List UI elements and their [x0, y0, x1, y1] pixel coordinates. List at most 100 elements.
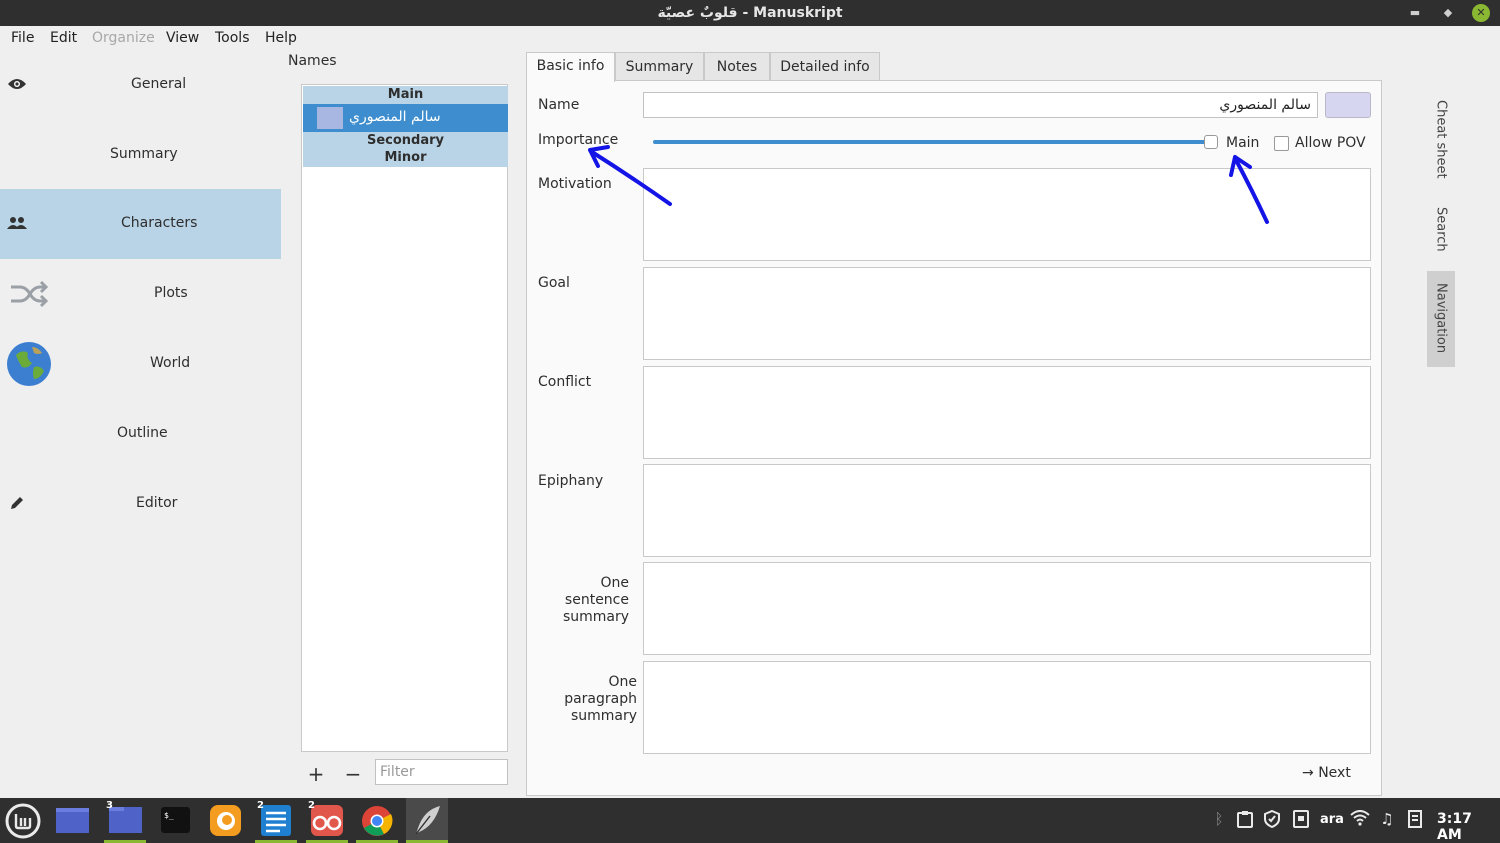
conflict-textarea[interactable]	[643, 366, 1371, 459]
one-sentence-summary-label: One sentence summary	[538, 575, 629, 626]
character-row-selected[interactable]: سالم المنصوري	[303, 104, 508, 132]
bluetooth-icon[interactable]: ᛒ	[1211, 810, 1227, 828]
mint-logo-icon	[5, 803, 41, 839]
clipboard-icon[interactable]	[1236, 810, 1254, 832]
dock-label-cheat-sheet: Cheat sheet	[1433, 100, 1449, 179]
taskbar-show-desktop[interactable]	[51, 798, 93, 843]
one-paragraph-label-line2: summary	[570, 708, 637, 724]
next-button[interactable]: → Next	[1302, 765, 1351, 781]
filter-input[interactable]	[375, 759, 508, 785]
group-secondary[interactable]: Secondary	[303, 132, 508, 149]
nav-label-characters: Characters	[121, 215, 198, 231]
allow-pov-checkbox[interactable]	[1274, 136, 1289, 151]
nav-item-outline[interactable]: Outline	[0, 399, 281, 469]
pencil-icon	[6, 492, 28, 514]
text-editor-badge: 2	[257, 800, 264, 811]
nav-label-general: General	[131, 76, 187, 92]
eye-icon	[6, 73, 28, 95]
shield-icon[interactable]	[1263, 809, 1281, 832]
names-title: Names	[288, 53, 337, 69]
nav-item-characters[interactable]: Characters	[0, 189, 281, 259]
menu-view[interactable]: View	[166, 30, 199, 46]
character-color-button[interactable]	[1325, 92, 1371, 118]
taskbar-manuskript[interactable]	[406, 798, 448, 843]
title-bar: قلوبٌ عصيّة - Manuskript ▬ ◆ ✕	[0, 0, 1500, 26]
nav-label-outline: Outline	[117, 425, 168, 441]
epiphany-textarea[interactable]	[643, 464, 1371, 557]
sound-icon[interactable]: ♫	[1378, 810, 1396, 828]
globe-icon	[6, 341, 52, 387]
keyboard-layout[interactable]: ara	[1320, 812, 1344, 827]
desktop-icon	[56, 808, 89, 833]
taskbar-terminal[interactable]: $_	[154, 798, 196, 843]
users-icon	[6, 212, 28, 234]
importance-label: Importance	[538, 132, 619, 148]
menu-tools[interactable]: Tools	[215, 30, 250, 46]
group-minor[interactable]: Minor	[303, 149, 508, 167]
nav-item-editor[interactable]: Editor	[0, 469, 281, 539]
dock-label-navigation: Navigation	[1433, 283, 1449, 354]
dock-tab-search[interactable]: Search	[1427, 207, 1455, 267]
dock-tab-cheat-sheet[interactable]: Cheat sheet	[1427, 100, 1455, 192]
clock[interactable]: 3:17 AM	[1437, 811, 1500, 843]
taskbar-firefox[interactable]	[205, 798, 247, 843]
nav-item-plots[interactable]: Plots	[0, 259, 281, 329]
motivation-label: Motivation	[538, 176, 612, 192]
character-color-swatch	[317, 107, 343, 129]
maximize-button[interactable]: ◆	[1439, 4, 1457, 22]
dock-label-search: Search	[1433, 207, 1449, 252]
close-button[interactable]: ✕	[1472, 4, 1490, 22]
nav-label-world: World	[150, 355, 191, 371]
nav-label-editor: Editor	[136, 495, 178, 511]
main-navigation: General Summary Characters Plots World O…	[0, 50, 282, 798]
menu-file[interactable]: File	[11, 30, 34, 46]
menu-help[interactable]: Help	[265, 30, 297, 46]
nav-item-summary[interactable]: Summary	[0, 120, 281, 190]
one-paragraph-summary-textarea[interactable]	[643, 661, 1371, 754]
taskbar-files[interactable]: 3	[104, 798, 146, 843]
update-manager-icon[interactable]	[1292, 810, 1310, 832]
menu-edit[interactable]: Edit	[50, 30, 77, 46]
remove-character-button[interactable]: −	[343, 762, 363, 786]
character-name: سالم المنصوري	[349, 109, 441, 125]
taskbar-text-editor[interactable]: 2	[255, 798, 297, 843]
conflict-label: Conflict	[538, 374, 592, 390]
tab-summary[interactable]: Summary	[615, 52, 704, 81]
nav-item-world[interactable]: World	[0, 329, 281, 399]
one-sentence-summary-textarea[interactable]	[643, 562, 1371, 655]
epiphany-label: Epiphany	[538, 473, 604, 489]
wifi-icon[interactable]	[1350, 810, 1370, 830]
nav-item-general[interactable]: General	[0, 50, 281, 120]
tab-basic-info[interactable]: Basic info	[526, 52, 615, 82]
allow-pov-label[interactable]: Allow POV	[1295, 135, 1366, 151]
group-main[interactable]: Main	[303, 86, 508, 104]
character-list[interactable]: Main سالم المنصوري Secondary Minor	[301, 84, 508, 752]
window-title: قلوبٌ عصيّة - Manuskript	[657, 5, 843, 21]
one-sentence-label-line2: summary	[562, 609, 629, 625]
tab-notes[interactable]: Notes	[704, 52, 770, 81]
one-sentence-label-line1: One sentence	[564, 575, 629, 608]
minimize-button[interactable]: ▬	[1406, 4, 1424, 22]
taskbar-reader[interactable]: 2	[306, 798, 348, 843]
quill-icon	[415, 806, 440, 835]
dock-tab-navigation[interactable]: Navigation	[1427, 271, 1455, 367]
menu-bar: File Edit Organize View Tools Help	[0, 26, 1500, 50]
name-input[interactable]	[643, 92, 1318, 118]
reader-badge: 2	[308, 800, 315, 811]
next-label: Next	[1318, 765, 1351, 781]
importance-slider-handle[interactable]	[1204, 135, 1218, 149]
goal-textarea[interactable]	[643, 267, 1371, 360]
notes-icon[interactable]	[1407, 810, 1425, 832]
taskbar-chrome[interactable]	[356, 798, 398, 843]
importance-slider[interactable]	[653, 140, 1207, 144]
add-character-button[interactable]: +	[306, 762, 326, 786]
terminal-icon: $_	[161, 807, 190, 833]
importance-value: Main	[1226, 135, 1260, 151]
shuffle-icon	[8, 279, 49, 309]
nav-label-plots: Plots	[154, 285, 188, 301]
name-label: Name	[538, 97, 580, 113]
start-menu-button[interactable]	[2, 798, 44, 843]
motivation-textarea[interactable]	[643, 168, 1371, 261]
menu-organize[interactable]: Organize	[92, 30, 155, 46]
tab-detailed-info[interactable]: Detailed info	[770, 52, 880, 81]
